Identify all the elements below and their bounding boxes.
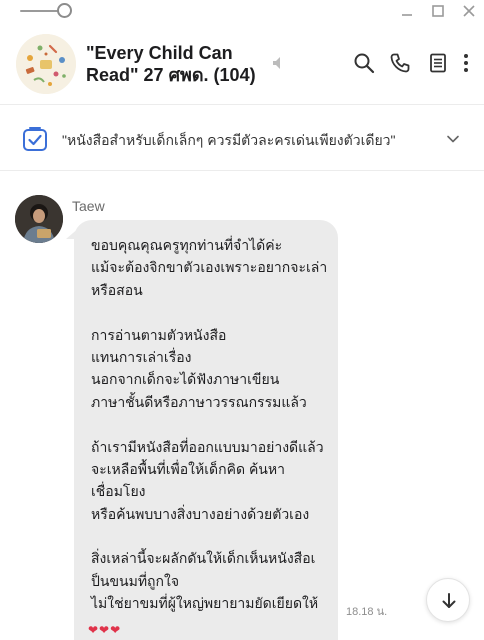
message-list[interactable]: Taew ขอบคุณคุณครูทุกท่านที่จำได้ค่ะ แม้จ… xyxy=(0,175,484,640)
chevron-down-icon[interactable] xyxy=(444,130,462,148)
message-line: แทนการเล่าเรื่อง xyxy=(91,348,192,365)
header-divider xyxy=(0,104,484,105)
announcement-text: "หนังสือสำหรับเด็กเล็กๆ ควรมีตัวละครเด่น… xyxy=(62,132,396,148)
scroll-to-bottom-button[interactable] xyxy=(426,578,470,622)
message-line: ขอบคุณคุณครูทุกท่านที่จำได้ค่ะ xyxy=(91,237,283,253)
search-icon[interactable] xyxy=(353,52,375,74)
message-line: ไม่ใช่ยาขมที่ผู้ใหญ่พยายามยัดเยียดให้ xyxy=(91,595,319,612)
message-line: หรือสอน xyxy=(91,281,143,298)
phone-icon[interactable] xyxy=(389,52,411,74)
chat-title-line-2: Read" 27 ศพด. (104) xyxy=(86,65,256,85)
message-line: แม้จะต้องจิกขาตัวเองเพราะอยากจะเล่า xyxy=(91,259,328,276)
message-line: สิ่งเหล่านี้จะผลักดันให้เด็กเห็นหนังสือเ xyxy=(91,550,316,567)
message-line: ถ้าเรามีหนังสือที่ออกแบบมาอย่างดีแล้ว xyxy=(91,438,324,455)
minimize-icon[interactable] xyxy=(398,2,416,20)
chat-title[interactable]: "Every Child Can Read" 27 ศพด. (104) xyxy=(86,42,266,86)
sender-avatar[interactable] xyxy=(15,195,63,243)
arrow-down-icon xyxy=(442,593,456,608)
announcement-bar[interactable]: "หนังสือสำหรับเด็กเล็กๆ ควรมีตัวละครเด่น… xyxy=(0,118,484,162)
reaction-hearts[interactable]: ❤❤❤ xyxy=(88,623,138,639)
sender-name: Taew xyxy=(72,198,105,214)
title-bar xyxy=(0,0,484,24)
message-line: หรือค้นพบบางสิ่งบางอย่างด้วยตัวเอง xyxy=(91,505,310,522)
more-vertical-icon[interactable] xyxy=(459,52,473,74)
app-window: "Every Child Can Read" 27 ศพด. (104) "หน… xyxy=(0,0,484,640)
message-line xyxy=(91,525,338,547)
message-line xyxy=(91,301,338,323)
message-line: ภาษาชั้นดีหรือภาษาวรรณกรรมแล้ว xyxy=(91,393,307,410)
notes-icon[interactable] xyxy=(427,52,449,74)
zoom-slider-track[interactable] xyxy=(20,10,62,12)
maximize-icon[interactable] xyxy=(429,2,447,20)
message-line: ป็นขนมที่ถูกใจ xyxy=(91,572,180,589)
chat-title-line-1: "Every Child Can xyxy=(86,43,233,63)
close-icon[interactable] xyxy=(460,2,478,20)
message-line: นอกจากเด็กจะได้ฟังภาษาเขียน xyxy=(91,371,280,388)
mute-icon[interactable] xyxy=(270,54,288,72)
zoom-slider-knob[interactable] xyxy=(57,3,72,18)
chat-header: "Every Child Can Read" 27 ศพด. (104) xyxy=(0,30,484,102)
group-avatar[interactable] xyxy=(16,34,76,94)
message-bubble[interactable]: ขอบคุณคุณครูทุกท่านที่จำได้ค่ะ แม้จะต้อง… xyxy=(74,220,338,640)
message-line xyxy=(91,413,338,435)
announcement-check-icon xyxy=(21,124,49,152)
announcement-divider xyxy=(0,170,484,171)
message-line: จะเหลือพื้นที่เพื่อให้เด็กคิด ค้นหา xyxy=(91,460,285,477)
message-line: การอ่านตามตัวหนังสือ xyxy=(91,326,227,343)
message-timestamp: 18.18 น. xyxy=(346,606,388,618)
message-line: เชื่อมโยง xyxy=(91,483,146,500)
